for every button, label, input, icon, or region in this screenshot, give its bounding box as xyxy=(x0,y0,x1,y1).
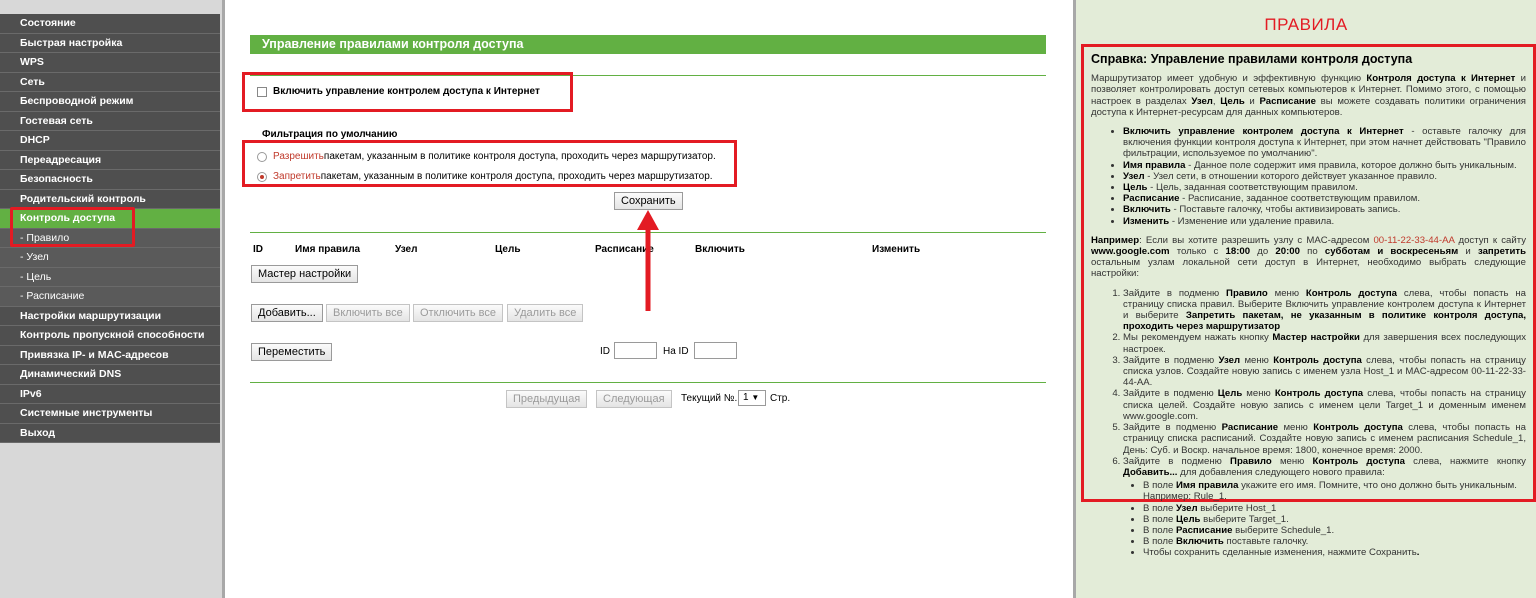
help-bullet: Включить - Поставьте галочку, чтобы акти… xyxy=(1123,204,1526,215)
main-content: Управление правилами контроля доступа Вк… xyxy=(225,0,1073,598)
help-content: Справка: Управление правилами контроля д… xyxy=(1091,52,1527,559)
divider xyxy=(250,75,1046,76)
sidebar-item[interactable]: - Расписание xyxy=(0,287,220,307)
allow-word: Разрешить xyxy=(273,151,324,162)
deny-word: Запретить xyxy=(273,171,321,182)
sidebar-item[interactable]: Динамический DNS xyxy=(0,365,220,385)
setup-wizard-button[interactable]: Мастер настройки xyxy=(251,265,359,283)
help-example: Например: Если вы хотите разрешить узлу … xyxy=(1091,234,1526,280)
help-substep: В поле Имя правила укажите его имя. Помн… xyxy=(1143,480,1526,502)
column-target: Цель xyxy=(495,244,521,255)
help-step: Зайдите в подменю Расписание меню Контро… xyxy=(1123,422,1526,456)
move-to-id-label: На ID xyxy=(663,346,689,357)
sidebar-item[interactable]: Привязка IP- и MAC-адресов xyxy=(0,345,220,365)
help-substep: Чтобы сохранить сделанные изменения, наж… xyxy=(1143,547,1526,558)
page-select-value: 1 xyxy=(743,392,749,403)
help-substep: В поле Расписание выберите Schedule_1. xyxy=(1143,525,1526,536)
sidebar-item[interactable]: Состояние xyxy=(0,14,220,34)
column-enable: Включить xyxy=(695,244,745,255)
move-from-id-input[interactable] xyxy=(614,342,657,359)
sidebar-item[interactable]: DHCP xyxy=(0,131,220,151)
sidebar-menu-list: Состояние Быстрая настройка WPS Сеть Беспров… xyxy=(0,14,220,443)
deny-option: Запретить пакетам, указанным в политике … xyxy=(257,171,713,182)
allow-text: пакетам, указанным в политике контроля д… xyxy=(323,151,716,162)
previous-page-button[interactable]: Предыдущая xyxy=(506,390,588,408)
deny-text: пакетам, указанным в политике контроля д… xyxy=(320,171,713,182)
move-to-id-input[interactable] xyxy=(694,342,737,359)
help-bullet: Узел - Узел сети, в отношении которого д… xyxy=(1123,171,1526,182)
help-panel: ПРАВИЛА Справка: Управление правилами ко… xyxy=(1073,0,1536,598)
sidebar-item[interactable]: Гостевая сеть xyxy=(0,111,220,131)
sidebar-item[interactable]: Контроль пропускной способности xyxy=(0,326,220,346)
help-panel-label: ПРАВИЛА xyxy=(1264,15,1348,34)
column-id: ID xyxy=(253,244,263,255)
help-bullet-list: Включить управление контролем доступа к … xyxy=(1091,126,1526,227)
sidebar-item[interactable]: Безопасность xyxy=(0,170,220,190)
column-host: Узел xyxy=(395,244,418,255)
help-bullet: Цель - Цель, заданная соответствующим пр… xyxy=(1123,182,1526,193)
sidebar-item[interactable]: WPS xyxy=(0,53,220,73)
allow-radio[interactable] xyxy=(257,151,267,162)
sidebar-item[interactable]: Контроль доступа xyxy=(0,209,220,229)
help-step: Мы рекомендуем нажать кнопку Мастер наст… xyxy=(1123,332,1526,354)
sidebar-item[interactable]: - Узел xyxy=(0,248,220,268)
help-substep: В поле Цель выберите Target_1. xyxy=(1143,514,1526,525)
deny-radio[interactable] xyxy=(257,171,267,182)
delete-all-button[interactable]: Удалить все xyxy=(507,304,584,322)
enable-access-control-row: Включить управление контролем доступа к … xyxy=(257,86,540,97)
help-title: Справка: Управление правилами контроля д… xyxy=(1091,52,1413,66)
move-from-id-label: ID xyxy=(600,346,610,357)
page-suffix: Стр. xyxy=(770,393,791,404)
sidebar-item[interactable]: Выход xyxy=(0,423,220,443)
help-step: Зайдите в подменю Правило меню Контроль … xyxy=(1123,456,1526,478)
sidebar-item[interactable]: Переадресация xyxy=(0,150,220,170)
help-bullet: Изменить - Изменение или удаление правил… xyxy=(1123,216,1526,227)
column-edit: Изменить xyxy=(872,244,921,255)
annotation-arrow-icon xyxy=(637,210,659,311)
sidebar-item[interactable]: IPv6 xyxy=(0,384,220,404)
help-step: Зайдите в подменю Правило меню Контроль … xyxy=(1123,288,1526,333)
column-rule-name: Имя правила xyxy=(295,244,361,255)
enable-all-button[interactable]: Включить все xyxy=(326,304,410,322)
help-intro: Маршрутизатор имеет удобную и эффективну… xyxy=(1091,73,1527,118)
sidebar-item[interactable]: Быстрая настройка xyxy=(0,33,220,53)
move-button[interactable]: Переместить xyxy=(251,343,333,361)
sidebar-item[interactable]: Беспроводной режим xyxy=(0,92,220,112)
enable-access-control-label: Включить управление контролем доступа к … xyxy=(273,86,540,97)
sidebar-item[interactable]: Настройки маршрутизации xyxy=(0,306,220,326)
chevron-down-icon: ▼ xyxy=(751,393,760,402)
sidebar-item[interactable]: Системные инструменты xyxy=(0,404,220,424)
disable-all-button[interactable]: Отключить все xyxy=(413,304,503,322)
enable-access-control-checkbox[interactable] xyxy=(257,86,267,97)
sidebar-item[interactable]: Родительский контроль xyxy=(0,189,220,209)
help-bullet: Имя правила - Данное поле содержит имя п… xyxy=(1123,160,1526,171)
help-substep: В поле Включить поставьте галочку. xyxy=(1143,536,1526,547)
sidebar-item[interactable]: - Цель xyxy=(0,267,220,287)
help-step: Зайдите в подменю Цель меню Контроль дос… xyxy=(1123,388,1526,422)
page-title: Управление правилами контроля доступа xyxy=(250,35,1046,54)
page-select[interactable]: 1 ▼ xyxy=(738,390,766,406)
help-step: Зайдите в подменю Узел меню Контроль дос… xyxy=(1123,355,1526,389)
next-page-button[interactable]: Следующая xyxy=(596,390,672,408)
help-bullet: Включить управление контролем доступа к … xyxy=(1123,126,1526,160)
help-substeps-list: В поле Имя правила укажите его имя. Помн… xyxy=(1091,480,1526,558)
help-steps-list: Зайдите в подменю Правило меню Контроль … xyxy=(1091,288,1526,478)
current-page-label: Текущий №. xyxy=(681,393,738,404)
help-bullet: Расписание - Расписание, заданное соотве… xyxy=(1123,193,1526,204)
sidebar-item[interactable]: - Правило xyxy=(0,228,220,248)
allow-option: Разрешить пакетам, указанным в политике … xyxy=(257,151,716,162)
default-filter-title: Фильтрация по умолчанию xyxy=(262,129,398,140)
help-substep: В поле Узел выберите Host_1 xyxy=(1143,503,1526,514)
add-rule-button[interactable]: Добавить... xyxy=(251,304,323,322)
sidebar-item[interactable]: Сеть xyxy=(0,72,220,92)
divider xyxy=(250,382,1046,383)
sidebar-menu: Состояние Быстрая настройка WPS Сеть Беспров… xyxy=(0,0,225,598)
